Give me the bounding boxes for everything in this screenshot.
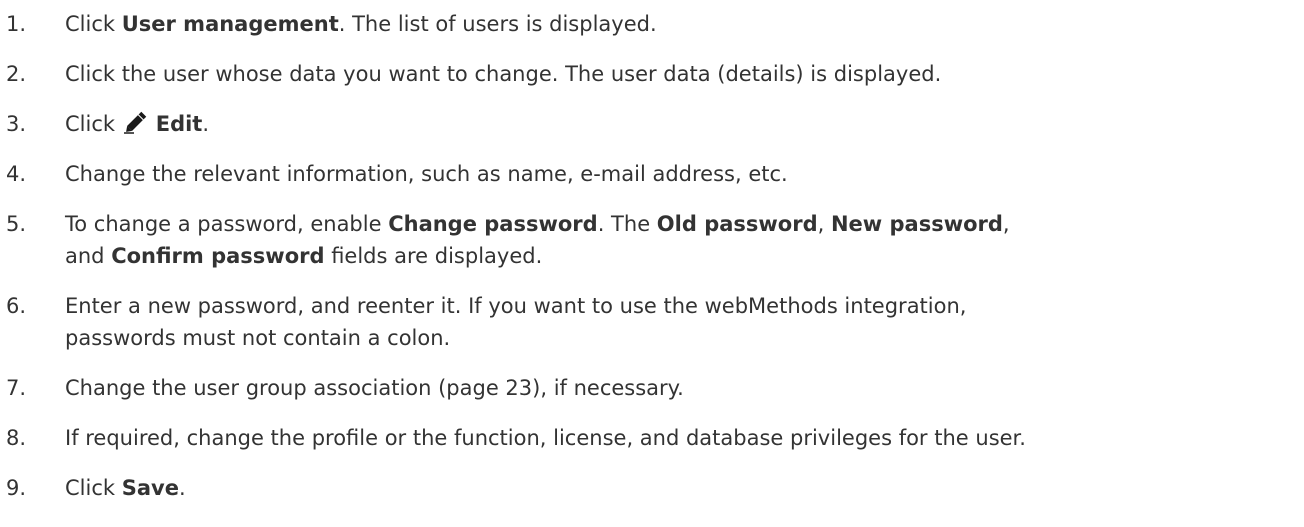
step-number: 6.: [6, 294, 27, 318]
step-number: 5.: [6, 212, 27, 236]
step-text: Change the relevant information, such as…: [65, 162, 788, 186]
step-text: To change a password, enable Change pass…: [65, 208, 1295, 272]
ui-term-confirm-password: Confirm password: [111, 244, 325, 268]
ui-term-user-management: User management: [121, 12, 339, 36]
ui-term-old-password: Old password: [656, 212, 818, 236]
step-number: 8.: [6, 426, 27, 450]
step-number: 2.: [6, 62, 27, 86]
step-text: Click User management. The list of users…: [65, 12, 657, 36]
step-text: If required, change the profile or the f…: [65, 426, 1026, 450]
step-number: 9.: [6, 476, 27, 500]
pencil-icon: [122, 110, 150, 134]
ui-term-save: Save: [121, 476, 179, 500]
step-number: 4.: [6, 162, 27, 186]
step-number: 7.: [6, 376, 27, 400]
step-number: 3.: [6, 112, 27, 136]
step-text-line-2: passwords must not contain a colon.: [65, 326, 451, 350]
step-text: Click the user whose data you want to ch…: [65, 62, 942, 86]
step-number: 1.: [6, 12, 27, 36]
ui-term-edit: Edit: [155, 112, 203, 136]
step-text: Click Edit.: [65, 110, 210, 136]
step-text: Enter a new password, and reenter it. If…: [65, 290, 1295, 354]
step-text-line-2: and Confirm password fields are displaye…: [65, 244, 543, 268]
ui-term-change-password: Change password: [388, 212, 598, 236]
step-text: Click Save.: [65, 476, 186, 500]
ui-term-new-password: New password: [830, 212, 1003, 236]
step-text: Change the user group association (page …: [65, 376, 684, 400]
